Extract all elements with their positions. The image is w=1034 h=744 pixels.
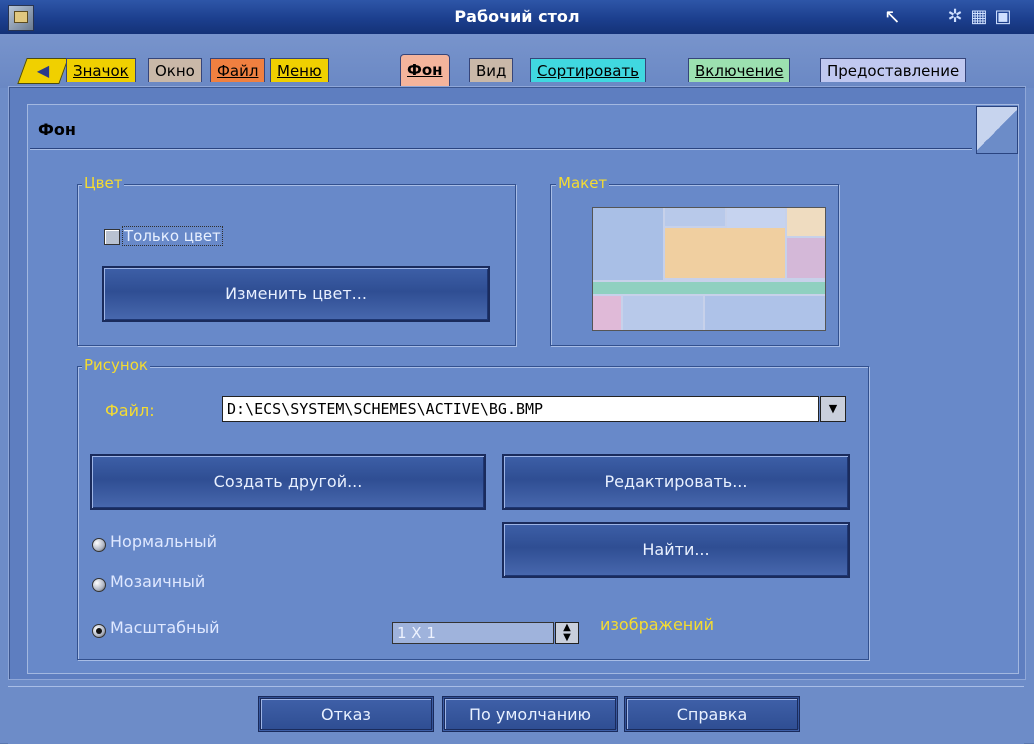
radio-normal-label[interactable]: Нормальный [110, 532, 217, 551]
radio-tiled[interactable] [92, 578, 106, 592]
title-bar[interactable]: Рабочий стол ↖ ✲ ▦ ▣ [0, 0, 1034, 35]
desktop-settings-window: Рабочий стол ↖ ✲ ▦ ▣ ◀ Значок Окно Файл … [0, 0, 1034, 744]
create-another-button[interactable]: Создать другой... [90, 454, 486, 510]
color-group-label: Цвет [82, 174, 125, 192]
picture-group-label: Рисунок [82, 356, 150, 374]
background-preview [592, 207, 826, 331]
page-turn-corner-icon[interactable] [976, 106, 1018, 154]
hide-icon[interactable]: ✲ [944, 6, 966, 28]
radio-normal[interactable] [92, 538, 106, 552]
tab-window[interactable]: Окно [148, 58, 202, 82]
dropdown-arrow-icon[interactable]: ▼ [820, 396, 846, 422]
tab-view[interactable]: Вид [469, 58, 514, 82]
radio-scaled[interactable] [92, 624, 106, 638]
tab-sort[interactable]: Сортировать [530, 58, 646, 82]
tab-background[interactable]: Фон [400, 54, 450, 86]
scale-units-label: изображений [600, 615, 715, 634]
file-label: Файл: [105, 401, 155, 420]
only-color-label[interactable]: Только цвет [122, 226, 223, 246]
tab-sharing[interactable]: Предоставление [820, 58, 967, 82]
help-button[interactable]: Справка [624, 696, 800, 732]
radio-scaled-label[interactable]: Масштабный [110, 618, 220, 637]
only-color-checkbox[interactable] [104, 229, 120, 245]
scale-spinner-field[interactable]: 1 X 1 [392, 622, 554, 644]
title-divider [30, 148, 972, 150]
tab-include[interactable]: Включение [688, 58, 791, 82]
page-title: Фон [38, 120, 76, 139]
tab-scroll-left-button[interactable]: ◀ [17, 58, 69, 84]
edit-button[interactable]: Редактировать... [502, 454, 850, 510]
find-button[interactable]: Найти... [502, 522, 850, 578]
mouse-pointer-icon: ↖ [884, 4, 901, 28]
change-color-button[interactable]: Изменить цвет... [102, 266, 490, 322]
arrow-left-icon: ◀ [36, 61, 50, 80]
cancel-button[interactable]: Отказ [258, 696, 434, 732]
file-path-field[interactable]: D:\ECS\SYSTEM\SCHEMES\ACTIVE\BG.BMP [222, 396, 819, 422]
window-title: Рабочий стол [454, 7, 580, 26]
minimize-icon[interactable]: ▦ [968, 6, 990, 28]
tab-menu[interactable]: Меню [270, 58, 329, 82]
layout-group-label: Макет [556, 174, 610, 192]
spinner-arrows-icon[interactable]: ▲ ▼ [555, 622, 579, 644]
tab-file[interactable]: Файл [210, 58, 266, 82]
radio-tiled-label[interactable]: Мозаичный [110, 572, 205, 591]
default-button[interactable]: По умолчанию [442, 696, 618, 732]
tab-icon[interactable]: Значок [66, 58, 136, 82]
maximize-icon[interactable]: ▣ [992, 6, 1014, 28]
